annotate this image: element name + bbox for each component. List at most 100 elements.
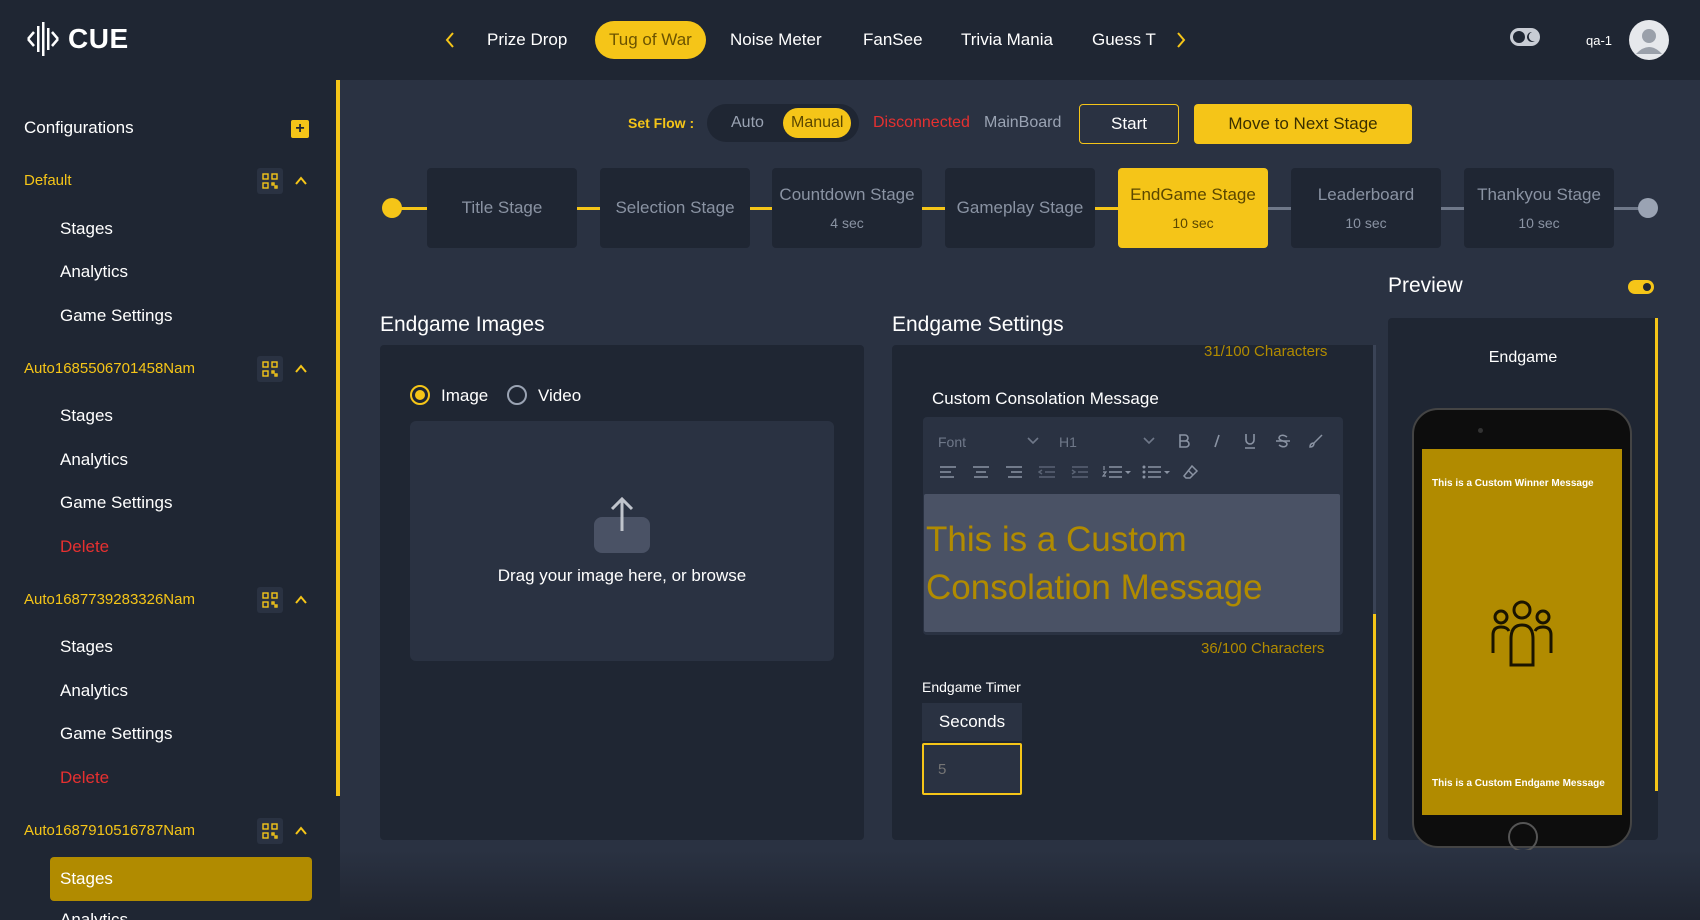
game-tab-fansee[interactable]: FanSee bbox=[849, 21, 937, 59]
media-label-video: Video bbox=[538, 386, 582, 405]
stage-countdown[interactable]: Countdown Stage 4 sec bbox=[772, 168, 922, 248]
settings-scrollbar[interactable] bbox=[1373, 614, 1376, 840]
game-tab-guess[interactable]: Guess T bbox=[1078, 21, 1170, 59]
chevron-down-icon[interactable] bbox=[1026, 436, 1040, 446]
chevron-up-icon[interactable] bbox=[294, 593, 308, 607]
stage-leaderboard[interactable]: Leaderboard 10 sec bbox=[1291, 168, 1441, 248]
media-radio-image[interactable] bbox=[410, 385, 430, 405]
ordered-list-icon[interactable] bbox=[1102, 461, 1132, 483]
sidebar-item-stages[interactable]: Stages bbox=[60, 406, 113, 426]
outdent-icon[interactable] bbox=[1036, 461, 1058, 483]
align-right-icon[interactable] bbox=[1003, 461, 1025, 483]
bold-icon[interactable] bbox=[1173, 430, 1195, 452]
align-center-icon[interactable] bbox=[970, 461, 992, 483]
board-name: MainBoard bbox=[984, 114, 1062, 131]
stage-selection[interactable]: Selection Stage bbox=[600, 168, 750, 248]
qr-code-button[interactable] bbox=[257, 168, 283, 194]
chevron-up-icon[interactable] bbox=[294, 174, 308, 188]
stage-gameplay[interactable]: Gameplay Stage bbox=[945, 168, 1095, 248]
stage-name: Countdown Stage bbox=[779, 185, 915, 204]
stage-start-dot bbox=[382, 198, 402, 218]
sidebar-item-delete[interactable]: Delete bbox=[60, 537, 109, 557]
stage-endgame[interactable]: EndGame Stage 10 sec bbox=[1118, 168, 1268, 248]
games-next-button[interactable] bbox=[1166, 24, 1196, 56]
stage-name: Gameplay Stage bbox=[956, 198, 1084, 217]
phone-camera-icon bbox=[1478, 428, 1483, 433]
chevron-up-icon[interactable] bbox=[294, 362, 308, 376]
bullet-list-icon[interactable] bbox=[1141, 461, 1171, 483]
timer-unit-seconds[interactable]: Seconds bbox=[922, 703, 1022, 741]
config-group-default[interactable]: Default bbox=[24, 172, 72, 189]
config-group-auto-2[interactable]: Auto1687739283326Nam bbox=[24, 591, 195, 608]
stage-name: Title Stage bbox=[461, 198, 543, 217]
start-button[interactable]: Start bbox=[1079, 104, 1179, 144]
game-tab-prize-drop[interactable]: Prize Drop bbox=[473, 21, 581, 59]
sidebar-item-game-settings[interactable]: Game Settings bbox=[60, 493, 172, 513]
italic-icon[interactable] bbox=[1206, 430, 1228, 452]
add-configuration-button[interactable]: + bbox=[291, 120, 309, 138]
preview-screen-name: Endgame bbox=[1488, 349, 1558, 366]
media-radio-video[interactable] bbox=[507, 385, 527, 405]
sidebar-item-delete[interactable]: Delete bbox=[60, 768, 109, 788]
stage-title[interactable]: Title Stage bbox=[427, 168, 577, 248]
preview-winner-message: This is a Custom Winner Message bbox=[1432, 478, 1594, 489]
app-logo[interactable]: CUE bbox=[24, 20, 129, 58]
sidebar-item-analytics[interactable]: Analytics bbox=[60, 450, 128, 470]
phone-home-button-icon bbox=[1508, 822, 1538, 852]
next-stage-button[interactable]: Move to Next Stage bbox=[1194, 104, 1412, 144]
qr-code-button[interactable] bbox=[257, 587, 283, 613]
flow-option-manual[interactable]: Manual bbox=[783, 108, 852, 138]
sidebar-item-analytics[interactable]: Analytics bbox=[60, 262, 128, 282]
sidebar-item-stages[interactable]: Stages bbox=[60, 637, 113, 657]
game-tab-tug-of-war[interactable]: Tug of War bbox=[595, 21, 706, 59]
endgame-timer-label: Endgame Timer bbox=[922, 679, 1021, 695]
set-flow-label: Set Flow : bbox=[628, 115, 695, 131]
sidebar-item-game-settings[interactable]: Game Settings bbox=[60, 306, 172, 326]
char-count-top: 31/100 Characters bbox=[1204, 343, 1328, 360]
config-group-auto-3[interactable]: Auto1687910516787Nam bbox=[24, 822, 195, 839]
strikethrough-icon[interactable] bbox=[1272, 430, 1294, 452]
brush-icon[interactable] bbox=[1305, 430, 1327, 452]
image-dropzone[interactable]: Drag your image here, or browse bbox=[410, 421, 834, 661]
heading-select[interactable]: H1 bbox=[1059, 434, 1077, 450]
consolation-message-editor[interactable]: This is a Custom Consolation Message bbox=[924, 494, 1340, 632]
chevron-down-icon[interactable] bbox=[1142, 436, 1156, 446]
indent-icon[interactable] bbox=[1069, 461, 1091, 483]
font-select[interactable]: Font bbox=[938, 434, 966, 450]
qr-code-icon bbox=[262, 823, 278, 839]
chevron-up-icon[interactable] bbox=[294, 824, 308, 838]
stage-name: EndGame Stage bbox=[1130, 185, 1256, 204]
logo-waveform-icon bbox=[27, 22, 59, 56]
theme-toggle[interactable] bbox=[1510, 28, 1540, 51]
game-tab-trivia-mania[interactable]: Trivia Mania bbox=[947, 21, 1067, 59]
stage-end-dot bbox=[1638, 198, 1658, 218]
qr-code-button[interactable] bbox=[257, 356, 283, 382]
flow-option-auto[interactable]: Auto bbox=[723, 108, 772, 138]
qr-code-icon bbox=[262, 361, 278, 377]
preview-scrollbar[interactable] bbox=[1655, 318, 1658, 791]
sidebar-item-game-settings[interactable]: Game Settings bbox=[60, 724, 172, 744]
config-group-auto-1[interactable]: Auto1685506701458Nam bbox=[24, 360, 195, 377]
eraser-icon[interactable] bbox=[1180, 461, 1202, 483]
sidebar-item-stages-active[interactable]: Stages bbox=[50, 857, 312, 901]
preview-toggle[interactable] bbox=[1628, 280, 1654, 294]
timer-seconds-input[interactable] bbox=[922, 743, 1022, 795]
sidebar-item-analytics[interactable]: Analytics bbox=[60, 681, 128, 701]
game-tab-noise-meter[interactable]: Noise Meter bbox=[716, 21, 836, 59]
user-icon bbox=[1636, 29, 1662, 54]
align-left-icon[interactable] bbox=[937, 461, 959, 483]
moon-toggle-icon bbox=[1510, 28, 1540, 46]
chevron-right-icon bbox=[1177, 32, 1186, 48]
underline-icon[interactable] bbox=[1239, 430, 1261, 452]
stage-thankyou[interactable]: Thankyou Stage 10 sec bbox=[1464, 168, 1614, 248]
avatar[interactable] bbox=[1629, 20, 1669, 60]
qr-code-button[interactable] bbox=[257, 818, 283, 844]
sidebar-item-stages[interactable]: Stages bbox=[60, 219, 113, 239]
stage-name: Leaderboard bbox=[1317, 185, 1415, 204]
stage-duration: 10 sec bbox=[1345, 215, 1387, 231]
user-name: qa-1 bbox=[1586, 33, 1613, 48]
group-people-icon bbox=[1491, 600, 1553, 667]
games-prev-button[interactable] bbox=[435, 24, 465, 56]
sidebar-item-analytics[interactable]: Analytics bbox=[60, 910, 128, 920]
qr-code-icon bbox=[262, 592, 278, 608]
